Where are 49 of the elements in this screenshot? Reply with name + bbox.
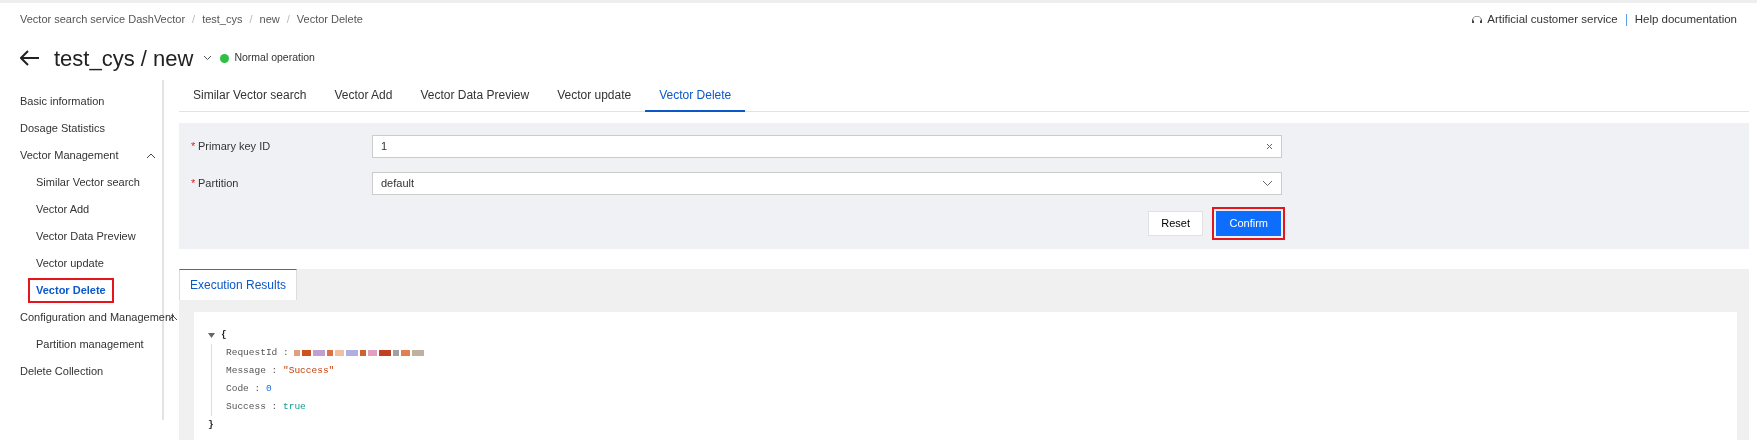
headset-icon [1471, 13, 1484, 26]
back-arrow-icon[interactable] [20, 50, 40, 66]
tab[interactable]: Vector Add [320, 80, 407, 112]
reset-button[interactable]: Reset [1148, 211, 1203, 236]
select-field[interactable]: default [372, 172, 1282, 195]
tab[interactable]: Similar Vector search [179, 80, 321, 112]
header-link[interactable]: Help documentation [1634, 10, 1737, 29]
sidebar-item[interactable]: Vector Management [12, 143, 127, 168]
json-entry: Message : "Success" [226, 363, 335, 378]
sidebar-item[interactable]: Configuration and Management [12, 305, 183, 330]
breadcrumb-link[interactable]: Vector search service DashVector [20, 11, 186, 28]
breadcrumb-separator: / [192, 12, 196, 28]
confirm-button[interactable]: Confirm [1216, 211, 1281, 236]
breadcrumb-separator: / [249, 12, 253, 28]
sidebar-item[interactable]: Vector Data Preview [28, 224, 144, 249]
results-tab[interactable]: Execution Results [179, 269, 298, 300]
sidebar-item[interactable]: Vector Delete [28, 278, 114, 303]
required-mark: * [191, 139, 196, 155]
collapse-triangle-icon[interactable] [208, 332, 215, 338]
json-entry: Success : true [226, 399, 306, 414]
tab[interactable]: Vector Delete [645, 80, 746, 112]
tab[interactable]: Vector update [543, 80, 646, 112]
chevron-up-icon[interactable] [146, 152, 156, 159]
status-label: Normal operation [234, 50, 315, 66]
sidebar-item[interactable]: Vector update [28, 251, 112, 276]
chevron-down-icon[interactable] [1262, 180, 1273, 187]
input-field[interactable]: 1 [372, 135, 1282, 158]
chevron-down-icon[interactable] [203, 55, 213, 61]
tab[interactable]: Vector Data Preview [406, 80, 544, 112]
json-brace: } [208, 417, 214, 432]
json-brace: { [221, 327, 227, 342]
breadcrumb-current: Vector Delete [296, 12, 363, 28]
sidebar-item[interactable]: Partition management [28, 332, 152, 357]
page-title: test_cys / new [54, 44, 194, 73]
field-label: Partition [198, 176, 239, 192]
field-label: Primary key ID [198, 139, 271, 155]
breadcrumb-link[interactable]: new [259, 11, 280, 28]
sidebar-item[interactable]: Vector Add [28, 197, 98, 222]
json-key: RequestId : [226, 345, 289, 361]
clear-icon[interactable] [1266, 143, 1273, 150]
sidebar-item[interactable]: Delete Collection [12, 359, 112, 384]
json-entry: Code : 0 [226, 381, 272, 396]
breadcrumb-link[interactable]: test_cys [202, 11, 243, 28]
sidebar-item[interactable]: Similar Vector search [28, 170, 148, 195]
sidebar-item[interactable]: Basic information [12, 89, 113, 114]
required-mark: * [191, 176, 196, 192]
sidebar-item[interactable]: Dosage Statistics [12, 116, 113, 141]
header-link[interactable]: Artificial customer service [1487, 10, 1618, 29]
breadcrumb-separator: / [286, 12, 290, 28]
